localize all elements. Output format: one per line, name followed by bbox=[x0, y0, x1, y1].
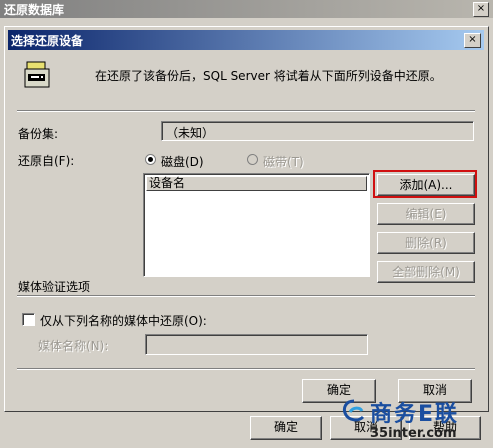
remove-all-devices-button[interactable]: 全部删除(M) bbox=[377, 261, 475, 283]
radio-disk-label: 磁盘(D) bbox=[161, 155, 204, 169]
media-section-label: 媒体验证选项 bbox=[18, 280, 91, 294]
media-name-checkbox[interactable] bbox=[22, 313, 35, 326]
radio-disk[interactable]: 磁盘(D) bbox=[145, 153, 225, 169]
media-name-label: 媒体名称(N): bbox=[38, 339, 109, 353]
select-restore-device-dialog: 选择还原设备 × 在还原了该备份后，SQL Server 将试着从下面所列设备中… bbox=[4, 26, 489, 412]
radio-disk-dot bbox=[148, 157, 153, 162]
radio-disk-circle[interactable] bbox=[145, 154, 156, 165]
restore-from-label: 还原自(F): bbox=[18, 154, 75, 168]
remove-device-button[interactable]: 删除(R) bbox=[377, 232, 475, 254]
watermark: 商务E联 35inter.com bbox=[340, 392, 490, 446]
outer-close-icon[interactable]: × bbox=[473, 2, 489, 17]
device-list[interactable]: 设备名 bbox=[143, 173, 370, 277]
watermark-brand: 商务E联 bbox=[370, 402, 460, 427]
watermark-site: 35inter.com bbox=[370, 426, 457, 441]
radio-tape[interactable]: 磁带(T) bbox=[247, 153, 317, 169]
device-list-header[interactable]: 设备名 bbox=[146, 176, 367, 191]
outer-title-bar: 还原数据库 × bbox=[0, 0, 493, 18]
separator bbox=[17, 110, 475, 112]
media-separator bbox=[17, 295, 475, 297]
backup-set-label: 备份集: bbox=[18, 127, 59, 141]
media-checkbox-label: 仅从下列名称的媒体中还原(O): bbox=[40, 314, 207, 328]
backup-set-value: （未知） bbox=[166, 126, 215, 140]
dialog-info-text: 在还原了该备份后，SQL Server 将试着从下面所列设备中还原。 bbox=[95, 69, 442, 83]
bottom-separator bbox=[17, 368, 475, 370]
outer-window-title: 还原数据库 bbox=[4, 3, 65, 17]
watermark-logo-icon bbox=[340, 398, 368, 426]
dialog-close-icon[interactable]: × bbox=[464, 33, 481, 48]
media-name-input[interactable] bbox=[145, 334, 368, 355]
outer-ok-button[interactable]: 确定 bbox=[250, 416, 322, 440]
backup-device-icon bbox=[19, 61, 53, 91]
edit-device-button[interactable]: 编辑(E) bbox=[377, 203, 475, 225]
dialog-title-bar: 选择还原设备 × bbox=[8, 30, 484, 50]
dialog-title: 选择还原设备 bbox=[11, 34, 84, 48]
backup-set-field: （未知） bbox=[161, 121, 474, 141]
add-device-button[interactable]: 添加(A)... bbox=[377, 174, 475, 196]
radio-tape-circle[interactable] bbox=[247, 154, 258, 165]
radio-tape-label: 磁带(T) bbox=[263, 155, 304, 169]
